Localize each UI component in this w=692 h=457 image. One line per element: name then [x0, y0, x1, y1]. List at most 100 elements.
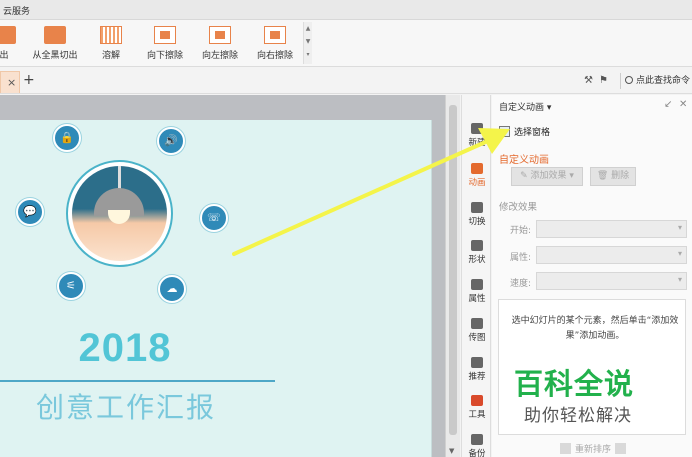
ribbon-fade-black[interactable]: 从全黑切出 [30, 26, 80, 64]
wipe-down-icon [154, 26, 176, 44]
sidebar-item-label: 动画 [468, 178, 486, 188]
slide-year: 2018 [78, 326, 172, 370]
watermark-title: 百科全说 [514, 367, 635, 401]
reorder-control: 重新排序 [556, 442, 630, 455]
ribbon-scroll[interactable]: ▲ ▼ ▾ [303, 22, 312, 64]
close-icon[interactable]: ✕ [679, 99, 687, 110]
lamp-illustration [72, 166, 167, 261]
sidebar-item-tools[interactable]: 工具 [462, 395, 492, 420]
sidebar-item-animation[interactable]: 动画 [462, 163, 492, 188]
start-select[interactable] [536, 220, 687, 238]
delete-button[interactable]: 🗑 删除 [590, 167, 636, 186]
selection-pane-button[interactable]: 选择窗格 [499, 125, 550, 138]
sidebar-item-backup[interactable]: 备份 [462, 434, 492, 457]
toolbar-icons: ⚒ ⚑ [584, 75, 614, 86]
scroll-down-icon[interactable]: ▼ [449, 447, 454, 455]
sidebar-item-label: 属性 [468, 294, 486, 304]
sidebar-item-recommend[interactable]: 推荐 [462, 357, 492, 382]
menu-strip: 云服务 [0, 0, 692, 20]
wipe-right-icon [264, 26, 286, 44]
speed-select[interactable] [536, 272, 687, 290]
shape-icon [471, 240, 483, 251]
side-toolbar: 新建 动画 切换 形状 属性 传图 推荐 工具 备份 [461, 95, 491, 457]
wipe-left-icon [209, 26, 231, 44]
ribbon-wipe-down[interactable]: 向下擦除 [145, 26, 185, 64]
ribbon-cut-out[interactable]: 出 [0, 26, 16, 64]
selection-pane-label: 选择窗格 [514, 128, 551, 138]
sidebar-item-label: 切换 [468, 217, 486, 227]
ribbon-label: 出 [0, 51, 9, 61]
ribbon-wipe-right[interactable]: 向右擦除 [255, 26, 295, 64]
property-select[interactable] [536, 246, 687, 264]
custom-animation-pane: 自定义动画 ▾ ↙ ✕ 选择窗格 自定义动画 ✎ 添加效果 ▾ 🗑 删除 修改效… [492, 95, 692, 457]
ribbon-wipe-left[interactable]: 向左擦除 [200, 26, 240, 64]
ribbon-dissolve[interactable]: 溶解 [97, 26, 125, 64]
tab-row: × + ⚒ ⚑ 点此查找命令 [0, 68, 692, 94]
animation-icon [471, 163, 483, 174]
close-tab-icon[interactable]: × [7, 76, 16, 89]
chevron-down-icon: ▾ [569, 171, 574, 181]
new-icon [471, 123, 483, 134]
pane-title[interactable]: 自定义动画 ▾ [499, 100, 551, 113]
ribbon-label: 向下擦除 [146, 51, 183, 61]
chat-icon: 💬 [16, 198, 44, 226]
slide-scrollbar[interactable]: ▼ [445, 95, 460, 457]
edit-icon: ✎ [520, 171, 528, 181]
add-tab-button[interactable]: + [23, 72, 35, 88]
sidebar-item-properties[interactable]: 属性 [462, 279, 492, 304]
find-command[interactable]: 点此查找命令 [620, 73, 690, 89]
transition-icon [471, 202, 483, 213]
find-command-label: 点此查找命令 [636, 76, 691, 86]
lock-icon: 🔒 [53, 124, 81, 152]
ribbon-label: 溶解 [101, 51, 120, 61]
recommend-icon [471, 357, 483, 368]
speed-label: 速度: [510, 279, 532, 289]
add-effect-label: 添加效果 [530, 171, 567, 181]
pane-title-text: 自定义动画 [499, 103, 545, 113]
dock-icon[interactable]: ↙ [664, 99, 672, 110]
sliders-icon: ⚟ [57, 272, 85, 300]
sidebar-item-label: 传图 [468, 333, 486, 343]
properties-icon [471, 279, 483, 290]
move-down-icon[interactable] [615, 443, 627, 454]
document-tab[interactable]: × [0, 71, 20, 93]
cloud-upload-icon: ☁ [158, 275, 186, 303]
sidebar-item-new[interactable]: 新建 [462, 123, 492, 148]
image-icon [471, 318, 483, 329]
start-label: 开始: [510, 226, 532, 236]
chevron-down-icon: ▾ [546, 103, 552, 113]
backup-icon [471, 434, 483, 445]
toolbox-icon [471, 395, 483, 406]
dissolve-icon [100, 26, 122, 44]
watermark-subtitle: 助你轻松解决 [524, 406, 632, 426]
scrollbar-thumb[interactable] [449, 105, 457, 435]
ribbon-label: 向左擦除 [201, 51, 238, 61]
sidebar-item-label: 新建 [468, 138, 486, 148]
add-effect-button[interactable]: ✎ 添加效果 ▾ [511, 167, 583, 186]
slide-divider [0, 380, 275, 382]
phone-icon: ☏ [200, 204, 228, 232]
slide-title: 创意工作汇报 [35, 391, 216, 424]
sidebar-item-upload-image[interactable]: 传图 [462, 318, 492, 343]
section-heading: 自定义动画 [499, 155, 549, 166]
lamp-cord [118, 166, 121, 190]
flag-icon[interactable]: ⚑ [599, 75, 608, 86]
lamp-bulb [108, 210, 130, 224]
sidebar-item-label: 工具 [468, 410, 486, 420]
sidebar-item-label: 形状 [468, 255, 486, 265]
property-label: 属性: [510, 253, 532, 263]
modify-effect-label: 修改效果 [499, 202, 538, 213]
speaker-icon: 🔊 [157, 127, 185, 155]
selection-pane-icon [499, 126, 510, 137]
animation-hint: 选中幻灯片的某个元素，然后单击“添加效果”添加动画。 [511, 316, 679, 341]
search-icon [625, 76, 633, 84]
delete-label: 删除 [611, 171, 630, 181]
sidebar-item-shape[interactable]: 形状 [462, 240, 492, 265]
tools-icon[interactable]: ⚒ [584, 75, 593, 86]
menu-cloud-service[interactable]: 云服务 [3, 4, 30, 17]
sidebar-item-label: 推荐 [468, 372, 486, 382]
move-up-icon[interactable] [560, 443, 571, 454]
animation-ribbon: 出 从全黑切出 溶解 向下擦除 向左擦除 向右擦除 ▲ ▼ ▾ [0, 20, 692, 67]
sidebar-item-transition[interactable]: 切换 [462, 202, 492, 227]
sidebar-item-label: 备份 [468, 449, 486, 457]
